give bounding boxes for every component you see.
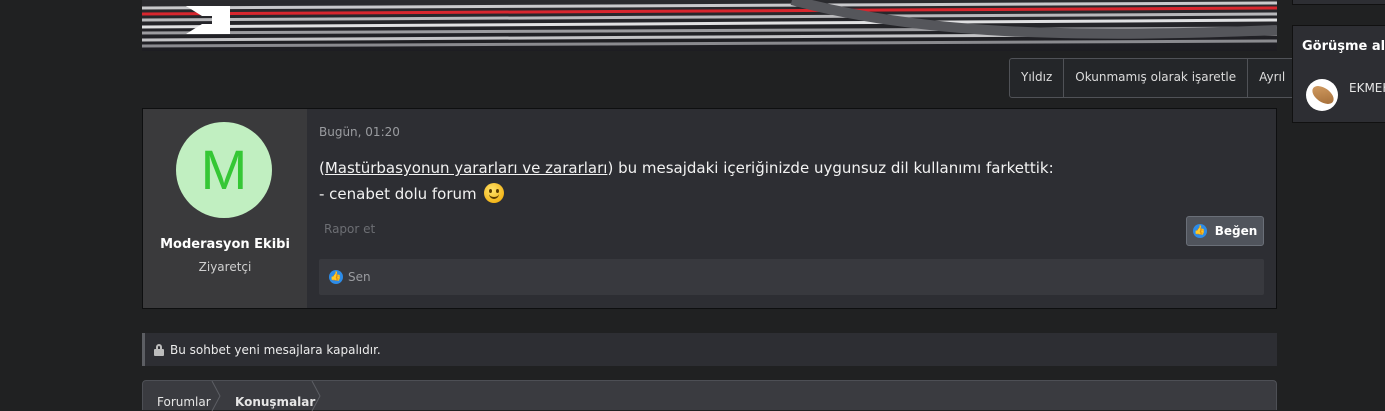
- sidebar-title: Görüşme alıcı: [1302, 39, 1385, 54]
- closed-notice: Bu sohbet yeni mesajlara kapalıdır.: [142, 333, 1277, 366]
- user-title: Ziyaretçi: [198, 260, 252, 274]
- lock-icon: [154, 343, 164, 356]
- breadcrumb-separator-icon: [211, 381, 221, 411]
- message-line-2: - cenabet dolu forum: [319, 181, 1054, 207]
- breadcrumb-forums[interactable]: Forumlar: [157, 395, 211, 409]
- sidebar-recipients-panel: Görüşme alıcı EKMEK: [1292, 25, 1385, 123]
- closed-notice-text: Bu sohbet yeni mesajlara kapalıdır.: [170, 342, 381, 357]
- thumbs-up-icon: 👍: [1192, 224, 1207, 238]
- message-text-2: - cenabet dolu forum: [319, 185, 477, 203]
- message-user-cell: M Moderasyon Ekibi Ziyaretçi: [143, 109, 307, 308]
- participant-name[interactable]: EKMEK: [1349, 81, 1385, 95]
- thread-link[interactable]: Mastürbasyonun yararları ve zararları: [325, 159, 608, 177]
- conversation-actions: Yıldız Okunmamış olarak işaretle Ayrıl: [1009, 58, 1298, 98]
- header-banner: [142, 0, 1277, 51]
- like-button-label: Beğen: [1214, 224, 1258, 238]
- breadcrumb: Forumlar Konuşmalar: [142, 380, 1277, 411]
- reactions-list-link[interactable]: Sen: [348, 270, 371, 284]
- avatar[interactable]: M: [176, 122, 272, 218]
- message-line-1: (Mastürbasyonun yararları ve zararları) …: [319, 155, 1054, 181]
- username-link[interactable]: Moderasyon Ekibi: [143, 237, 307, 252]
- report-link[interactable]: Rapor et: [324, 222, 375, 236]
- mark-unread-button[interactable]: Okunmamış olarak işaretle: [1064, 59, 1249, 97]
- message-body: (Mastürbasyonun yararları ve zararları) …: [319, 155, 1054, 207]
- smile-emoji-icon: [484, 183, 505, 203]
- reactions-bar: 👍 Sen: [319, 259, 1264, 295]
- participant-avatar[interactable]: [1306, 79, 1338, 111]
- breadcrumb-separator-icon: [311, 381, 321, 411]
- like-button[interactable]: 👍 Beğen: [1186, 216, 1264, 246]
- breadcrumb-conversations[interactable]: Konuşmalar: [235, 395, 315, 409]
- conversation-message: M Moderasyon Ekibi Ziyaretçi Bugün, 01:2…: [142, 108, 1277, 309]
- sidebar-block-edge: [1292, 0, 1385, 5]
- star-button[interactable]: Yıldız: [1010, 59, 1065, 97]
- leave-button[interactable]: Ayrıl: [1248, 59, 1296, 97]
- thumbs-up-icon: 👍: [329, 270, 343, 284]
- message-date[interactable]: Bugün, 01:20: [319, 125, 400, 139]
- message-text: ) bu mesajdaki içeriğinizde uygunsuz dil…: [607, 159, 1054, 177]
